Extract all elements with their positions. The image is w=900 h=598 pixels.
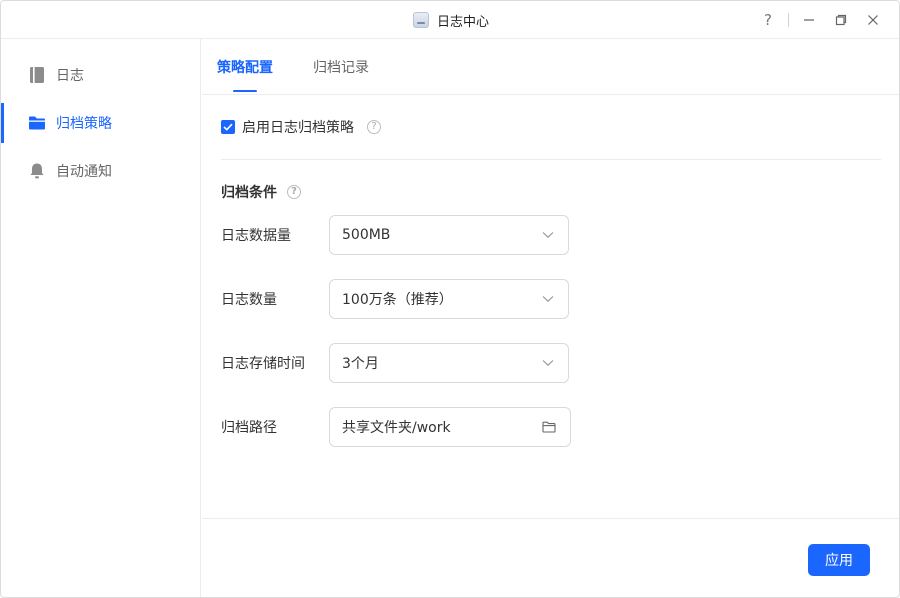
main-panel: 策略配置 归档记录 启用日志归档策略 ? 归档条件 ? 日志数据量 500MB <box>202 39 899 597</box>
form-row-retention: 日志存储时间 3个月 <box>221 343 881 383</box>
control-separator <box>788 13 789 27</box>
sidebar-item-label: 日志 <box>56 68 84 84</box>
sidebar-item-archive-policy[interactable]: 归档策略 <box>1 99 200 147</box>
select-value: 100万条（推荐） <box>342 292 453 308</box>
app-icon <box>412 12 429 28</box>
policy-form: 启用日志归档策略 ? 归档条件 ? 日志数据量 500MB 日志数量 100万条… <box>221 95 881 447</box>
form-row-archive-path: 归档路径 共享文件夹/work <box>221 407 881 447</box>
field-label: 日志数量 <box>221 292 277 308</box>
window-controls: ? <box>752 1 889 39</box>
window-title: 日志中心 <box>436 14 489 30</box>
chevron-down-icon <box>542 232 554 239</box>
select-value: 3个月 <box>342 356 379 372</box>
field-label: 归档路径 <box>221 420 277 436</box>
help-icon[interactable]: ? <box>287 185 301 199</box>
field-label: 日志数据量 <box>221 228 291 244</box>
chevron-down-icon <box>542 360 554 367</box>
check-icon <box>223 123 233 131</box>
enable-archive-row: 启用日志归档策略 ? <box>221 95 881 160</box>
log-count-select[interactable]: 100万条（推荐） <box>329 279 569 319</box>
apply-button[interactable]: 应用 <box>808 544 870 576</box>
form-row-data-size: 日志数据量 500MB <box>221 215 881 255</box>
select-value: 500MB <box>342 227 391 243</box>
titlebar: 日志中心 ? <box>1 1 899 39</box>
folder-browse-icon[interactable] <box>542 421 556 433</box>
data-size-select[interactable]: 500MB <box>329 215 569 255</box>
minimize-icon[interactable] <box>793 1 825 39</box>
help-icon[interactable]: ? <box>367 120 381 134</box>
sidebar-item-auto-notify[interactable]: 自动通知 <box>1 147 200 195</box>
tab-bar: 策略配置 归档记录 <box>202 39 899 95</box>
help-icon[interactable]: ? <box>752 1 784 39</box>
sidebar-item-label: 自动通知 <box>56 164 112 180</box>
section-title: 归档条件 ? <box>221 183 881 201</box>
path-value: 共享文件夹/work <box>342 420 451 436</box>
enable-archive-label: 启用日志归档策略 <box>242 120 354 136</box>
close-icon[interactable] <box>857 1 889 39</box>
footer-bar: 应用 <box>202 518 899 597</box>
field-label: 日志存储时间 <box>221 356 305 372</box>
bell-icon <box>28 162 46 180</box>
sidebar-item-logs[interactable]: 日志 <box>1 51 200 99</box>
restore-icon[interactable] <box>825 1 857 39</box>
archive-conditions-title: 归档条件 <box>221 185 277 201</box>
form-row-log-count: 日志数量 100万条（推荐） <box>221 279 881 319</box>
tab-archive-records[interactable]: 归档记录 <box>313 39 369 95</box>
folder-icon <box>28 114 46 132</box>
sidebar: 日志 归档策略 自动通知 <box>1 39 201 597</box>
enable-archive-checkbox[interactable] <box>221 120 235 134</box>
chevron-down-icon <box>542 296 554 303</box>
retention-select[interactable]: 3个月 <box>329 343 569 383</box>
log-center-window: 日志中心 ? 日志 归档策略 自动通知 策略配置 归档记录 启用日志归档策略 ?… <box>0 0 900 598</box>
book-icon <box>28 66 46 84</box>
sidebar-item-label: 归档策略 <box>56 116 112 132</box>
tab-policy-config[interactable]: 策略配置 <box>217 39 273 95</box>
archive-path-input[interactable]: 共享文件夹/work <box>329 407 571 447</box>
